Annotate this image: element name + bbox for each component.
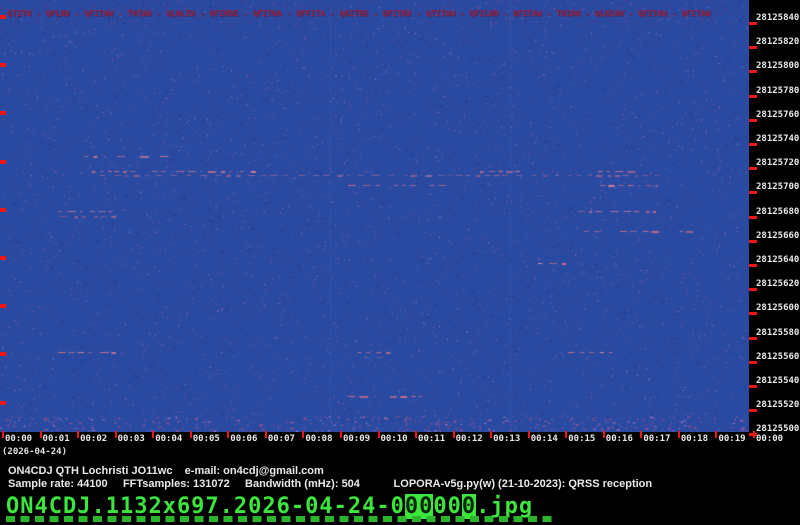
- freq-tick: [749, 46, 757, 50]
- time-tick: [302, 431, 305, 438]
- time-label: 00:02: [80, 434, 108, 444]
- time-tick: [677, 431, 680, 438]
- freq-tick: [749, 167, 757, 171]
- freq-tick: [749, 191, 757, 195]
- freq-label: 28125760: [756, 109, 800, 120]
- time-label: 00:06: [230, 434, 258, 444]
- time-tick: [152, 431, 155, 438]
- waterfall-canvas: [0, 0, 749, 432]
- left-tick: [0, 63, 6, 68]
- freq-label: 28125820: [756, 37, 800, 48]
- time-label: 00:14: [530, 434, 558, 444]
- time-tick: [415, 431, 418, 438]
- freq-label: 28125800: [756, 61, 800, 72]
- freq-tick: [749, 70, 757, 74]
- time-label: 00:12: [455, 434, 483, 444]
- freq-label: 28125720: [756, 158, 800, 169]
- qrss-grabber-screenshot: QTITW - QFLND - QFITAW - THTAW - QLHLIW …: [0, 0, 800, 525]
- time-tick: [114, 431, 117, 438]
- top-banner-text: QTITW - QFLND - QFITAW - THTAW - QLHLIW …: [7, 9, 711, 18]
- time-label: 00:08: [305, 434, 333, 444]
- time-label: 00:15: [568, 434, 596, 444]
- freq-tick: [749, 336, 757, 340]
- time-label: 00:01: [42, 434, 70, 444]
- time-label: 00:04: [155, 434, 183, 444]
- time-tick: [602, 431, 605, 438]
- freq-label: 28125520: [756, 400, 800, 411]
- time-label: 00:00: [756, 434, 784, 444]
- time-tick: [527, 431, 530, 438]
- time-tick: [565, 431, 568, 438]
- left-tick: [0, 256, 6, 260]
- freq-tick: [749, 118, 757, 122]
- time-label: 00:18: [680, 434, 708, 444]
- freq-label: 28125620: [756, 279, 800, 290]
- freq-tick: [749, 143, 757, 146]
- station-info-line: ON4CDJ QTH Lochristi JO11wc e-mail: on4c…: [8, 465, 324, 477]
- green-dash-row: [6, 516, 556, 522]
- left-tick: [0, 159, 6, 164]
- time-tick: [2, 431, 4, 438]
- freq-tick: [749, 288, 757, 292]
- freq-label: 28125600: [756, 303, 800, 314]
- time-tick: [715, 431, 718, 438]
- freq-label: 28125680: [756, 206, 800, 217]
- time-label: 00:11: [418, 434, 446, 444]
- freq-label: 28125780: [756, 85, 800, 96]
- freq-label: 28125740: [756, 134, 800, 144]
- freq-label: 28125560: [756, 351, 800, 362]
- freq-tick: [749, 94, 757, 98]
- time-tick: [452, 431, 455, 438]
- time-tick: [227, 431, 230, 438]
- freq-tick: [749, 312, 757, 316]
- time-label: 00:07: [267, 434, 295, 444]
- freq-tick: [749, 239, 757, 243]
- time-label: 00:13: [493, 434, 521, 444]
- time-label: 00:05: [192, 434, 220, 444]
- freq-label: 28125500: [756, 424, 800, 435]
- freq-label: 28125700: [756, 182, 800, 193]
- left-tick: [0, 304, 6, 309]
- date-label: (2026-04-24): [2, 447, 68, 457]
- freq-label: 28125640: [756, 255, 800, 265]
- freq-tick: [749, 264, 757, 267]
- time-label: 00:17: [643, 434, 671, 444]
- freq-label: 28125660: [756, 230, 800, 241]
- time-label: 00:19: [718, 434, 746, 444]
- left-tick: [0, 352, 6, 357]
- left-tick: [0, 207, 6, 212]
- left-tick: [0, 15, 6, 19]
- settings-info-line: Sample rate: 44100 FFTsamples: 131072 Ba…: [8, 478, 653, 490]
- time-tick: [640, 431, 643, 438]
- time-tick: [77, 431, 80, 438]
- left-tick: [0, 400, 6, 405]
- freq-label: 28125840: [756, 13, 800, 23]
- freq-tick: [749, 360, 757, 364]
- left-tick: [0, 111, 6, 116]
- time-label: 00:03: [117, 434, 145, 444]
- freq-tick: [749, 409, 757, 413]
- time-label: 00:09: [342, 434, 371, 444]
- time-label: 00:16: [605, 434, 633, 444]
- time-tick: [377, 431, 380, 438]
- time-tick: [39, 431, 42, 438]
- freq-tick: [749, 215, 757, 219]
- freq-label: 28125540: [756, 376, 800, 386]
- waterfall-plot: QTITW - QFLND - QFITAW - THTAW - QLHLIW …: [0, 0, 749, 432]
- time-tick: [490, 431, 493, 438]
- freq-tick: [749, 385, 757, 388]
- time-tick: [339, 431, 342, 438]
- time-tick: [753, 431, 755, 438]
- freq-label: 28125580: [756, 327, 800, 338]
- time-label: 00:00: [5, 434, 33, 444]
- time-tick: [189, 431, 192, 438]
- time-tick: [264, 431, 267, 438]
- time-label: 00:10: [380, 434, 408, 444]
- freq-tick: [749, 22, 757, 25]
